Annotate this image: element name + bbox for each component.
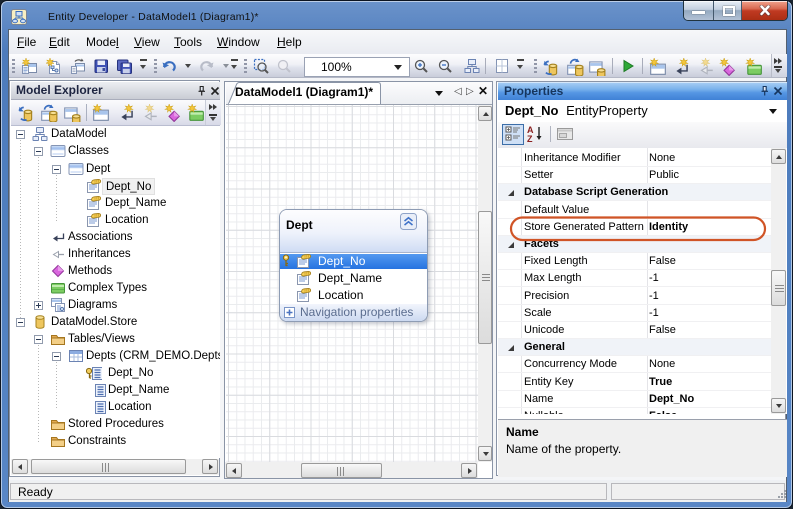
svg-text:Z: Z bbox=[527, 134, 533, 143]
